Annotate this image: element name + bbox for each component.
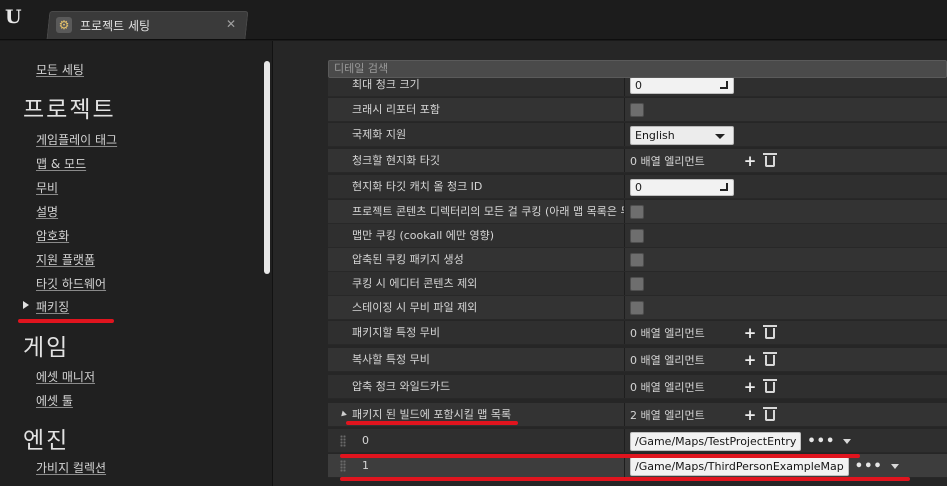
property-label: 압축 청크 와일드카드: [352, 380, 451, 393]
property-row: 청크할 현지화 타깃 0 배열 엘리먼트 +: [328, 149, 947, 173]
entry-index: 0: [362, 434, 369, 447]
chevron-down-icon[interactable]: [890, 463, 899, 469]
array-count: 2 배열 엘리먼트: [630, 409, 705, 422]
tab-label: 프로젝트 세팅: [80, 18, 151, 33]
sidebar-item-encryption[interactable]: 암호화: [36, 227, 69, 244]
map-entry-row: 0 /Game/Maps/TestProjectEntry •••: [328, 429, 947, 453]
expand-arrow-icon[interactable]: [339, 410, 347, 419]
sidebar-item-target-hardware[interactable]: 타깃 하드웨어: [36, 275, 106, 292]
more-options-icon[interactable]: •••: [807, 434, 835, 449]
property-label: 쿠킹 시 에디터 콘텐츠 제외: [352, 277, 478, 290]
add-element-icon[interactable]: +: [738, 351, 762, 369]
details-search-input[interactable]: 디테일 검색: [328, 60, 947, 78]
chevron-down-icon[interactable]: [843, 438, 852, 444]
property-row: 맵만 쿠킹 (cookall 에만 영향): [328, 224, 947, 248]
array-count: 0 배열 엘리먼트: [630, 155, 705, 168]
sidebar-item-maps-modes[interactable]: 맵 & 모드: [36, 155, 86, 172]
drag-handle-icon[interactable]: [340, 460, 346, 472]
trash-icon[interactable]: [763, 152, 777, 167]
panel-splitter[interactable]: [272, 41, 300, 486]
array-count: 0 배열 엘리먼트: [630, 381, 705, 394]
map-path-field[interactable]: /Game/Maps/ThirdPersonExampleMap: [630, 456, 849, 476]
title-bar: U ⚙ 프로젝트 세팅 ✕: [0, 0, 947, 40]
property-label: 현지화 타깃 캐치 올 청크 ID: [352, 180, 483, 193]
property-row: 압축 청크 와일드카드 0 배열 엘리먼트 +: [328, 375, 947, 399]
unreal-logo-icon: U: [5, 6, 22, 28]
property-row: 프로젝트 콘텐츠 디렉터리의 모든 걸 쿠킹 (아래 맵 목록은 무: [328, 200, 947, 224]
annotation-underline: [340, 477, 910, 481]
annotation-underline: [18, 319, 114, 323]
sidebar-scrollbar[interactable]: [264, 61, 270, 274]
property-row: 현지화 타깃 캐치 올 청크 ID 0: [328, 175, 947, 199]
property-row: 복사할 특정 무비 0 배열 엘리먼트 +: [328, 348, 947, 372]
trash-icon[interactable]: [763, 378, 777, 393]
sidebar-item-asset-tools[interactable]: 에셋 툴: [36, 392, 73, 409]
property-label: 청크할 현지화 타깃: [352, 154, 440, 167]
sidebar-item-asset-manager[interactable]: 에셋 매니저: [36, 368, 95, 385]
culture-dropdown[interactable]: English: [630, 125, 734, 145]
sidebar-section-engine: 엔진: [23, 428, 70, 454]
checkbox[interactable]: [630, 253, 644, 267]
sidebar-item-supported-platforms[interactable]: 지원 플랫폼: [36, 251, 95, 268]
details-panel: 디테일 검색 최대 청크 크기 0 크래시 리포터 포함 국제화 지원 Engl…: [300, 41, 947, 486]
property-row: 압축된 쿠킹 패키지 생성: [328, 248, 947, 272]
property-label: 프로젝트 콘텐츠 디렉터리의 모든 걸 쿠킹 (아래 맵 목록은 무: [352, 205, 624, 218]
trash-icon[interactable]: [763, 351, 777, 366]
sidebar-item-description[interactable]: 설명: [36, 203, 58, 220]
checkbox[interactable]: [630, 229, 644, 243]
property-row: 크래시 리포터 포함: [328, 98, 947, 122]
map-path-field[interactable]: /Game/Maps/TestProjectEntry: [630, 431, 802, 451]
add-element-icon[interactable]: +: [738, 152, 762, 170]
array-count: 0 배열 엘리먼트: [630, 354, 705, 367]
chevron-down-icon: [715, 133, 725, 139]
property-row: 스테이징 시 무비 파일 제외: [328, 296, 947, 320]
property-label: 스테이징 시 무비 파일 제외: [352, 301, 478, 314]
settings-gear-icon: ⚙: [56, 17, 72, 33]
trash-icon[interactable]: [763, 324, 777, 339]
property-row: 쿠킹 시 에디터 콘텐츠 제외: [328, 272, 947, 296]
sidebar-item-packaging[interactable]: 패키징: [36, 298, 69, 315]
more-options-icon[interactable]: •••: [855, 459, 883, 474]
trash-icon[interactable]: [763, 406, 777, 421]
sidebar-section-project: 프로젝트: [23, 97, 116, 123]
drag-handle-icon[interactable]: [340, 435, 346, 447]
property-row: 최대 청크 크기 0: [328, 78, 947, 97]
property-label: 패키지할 특정 무비: [352, 326, 440, 339]
settings-sidebar: 모든 세팅 프로젝트 게임플레이 태그 맵 & 모드 무비 설명 암호화 지원 …: [0, 41, 272, 486]
property-label: 최대 청크 크기: [352, 78, 420, 91]
sidebar-item-garbage-collection[interactable]: 가비지 컬렉션: [36, 459, 106, 476]
property-label: 국제화 지원: [352, 128, 407, 141]
number-input[interactable]: 0: [630, 78, 734, 94]
property-label: 맵만 쿠킹 (cookall 에만 영향): [352, 229, 495, 242]
selected-arrow-icon: [23, 301, 29, 309]
checkbox[interactable]: [630, 301, 644, 315]
add-element-icon[interactable]: +: [738, 324, 762, 342]
number-input[interactable]: 0: [630, 178, 734, 196]
property-row: 국제화 지원 English: [328, 123, 947, 147]
property-label: 압축된 쿠킹 패키지 생성: [352, 253, 464, 266]
sidebar-item-movies[interactable]: 무비: [36, 179, 58, 196]
property-row: 패키지할 특정 무비 0 배열 엘리먼트 +: [328, 321, 947, 345]
tab-content[interactable]: ⚙ 프로젝트 세팅: [56, 12, 150, 38]
sidebar-all-settings[interactable]: 모든 세팅: [36, 61, 84, 78]
annotation-underline: [346, 421, 518, 425]
add-element-icon[interactable]: +: [738, 406, 762, 424]
close-tab-icon[interactable]: ✕: [226, 17, 236, 31]
sidebar-section-game: 게임: [23, 335, 70, 361]
property-label: 복사할 특정 무비: [352, 353, 430, 366]
property-label: 크래시 리포터 포함: [352, 103, 440, 116]
annotation-underline: [340, 454, 860, 458]
checkbox[interactable]: [630, 103, 644, 117]
array-count: 0 배열 엘리먼트: [630, 327, 705, 340]
checkbox[interactable]: [630, 205, 644, 219]
checkbox[interactable]: [630, 277, 644, 291]
add-element-icon[interactable]: +: [738, 378, 762, 396]
sidebar-item-gameplay-tags[interactable]: 게임플레이 태그: [36, 131, 117, 148]
